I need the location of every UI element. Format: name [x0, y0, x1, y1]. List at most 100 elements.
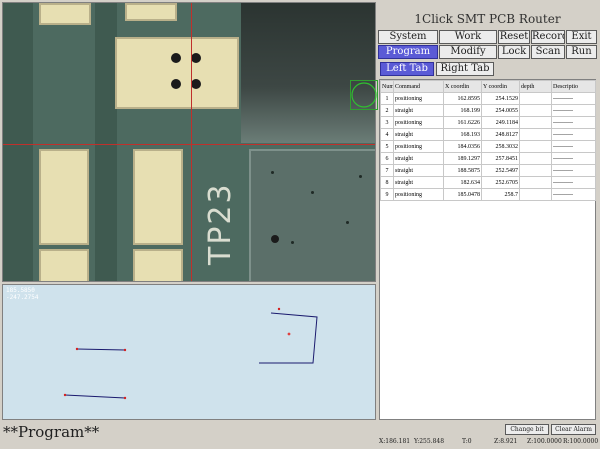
header-depth[interactable]: depth [519, 80, 552, 93]
cell-description[interactable]: ---------- [551, 164, 596, 177]
cell-y[interactable]: 252.6705 [481, 176, 520, 189]
cell-command[interactable]: positioning [393, 140, 444, 153]
header-number[interactable]: Numb [380, 80, 394, 93]
crosshair-vertical [191, 3, 192, 281]
camera-view[interactable]: TP23 [2, 2, 376, 282]
cell-description[interactable]: ---------- [551, 128, 596, 141]
cell-y[interactable]: 248.8127 [481, 128, 520, 141]
empty-cell [520, 393, 552, 405]
clear-alarm-button[interactable]: Clear Alarm [551, 424, 596, 435]
system-button[interactable]: System [378, 30, 438, 44]
cell-number[interactable]: 8 [380, 176, 394, 189]
cell-y[interactable]: 257.8451 [481, 152, 520, 165]
cell-command[interactable]: straight [393, 176, 444, 189]
cell-y[interactable]: 252.5497 [481, 164, 520, 177]
cell-depth[interactable] [519, 140, 552, 153]
tab-left[interactable]: Left Tab [380, 62, 434, 76]
change-bit-button[interactable]: Change bit [505, 424, 549, 435]
cell-y[interactable]: 254.0055 [481, 104, 520, 117]
cell-description[interactable]: ---------- [551, 188, 596, 201]
lock-button[interactable]: Lock [498, 45, 530, 59]
cell-x[interactable]: 182.634 [443, 176, 482, 189]
cell-depth[interactable] [519, 164, 552, 177]
table-row[interactable]: 8 straight 182.634 252.6705 ---------- [380, 176, 596, 189]
cell-depth[interactable] [519, 152, 552, 165]
cell-x[interactable]: 168.193 [443, 128, 482, 141]
header-x-coordinate[interactable]: X coordin [443, 80, 482, 93]
empty-cell [394, 225, 444, 237]
empty-cell [482, 285, 520, 297]
table-row[interactable]: 6 straight 189.1297 257.8451 ---------- [380, 152, 596, 165]
cell-command[interactable]: straight [393, 152, 444, 165]
cell-depth[interactable] [519, 104, 552, 117]
cell-depth[interactable] [519, 128, 552, 141]
table-row[interactable]: 4 straight 168.193 248.8127 ---------- [380, 128, 596, 141]
cell-depth[interactable] [519, 176, 552, 189]
modify-button[interactable]: Modify [439, 45, 497, 59]
cell-depth[interactable] [519, 188, 552, 201]
table-row[interactable]: 5 positioning 184.0356 258.3032 ---------- [380, 140, 596, 153]
table-row[interactable]: 7 straight 188.5875 252.5497 ---------- [380, 164, 596, 177]
header-command[interactable]: Command [393, 80, 444, 93]
empty-row [381, 297, 596, 309]
header-y-coordinate[interactable]: Y coordin [481, 80, 520, 93]
cell-depth[interactable] [519, 92, 552, 105]
cell-x[interactable]: 188.5875 [443, 164, 482, 177]
cell-command[interactable]: positioning [393, 188, 444, 201]
program-table[interactable]: Numb Command X coordin Y coordin depth D… [379, 79, 596, 420]
cell-x[interactable]: 162.8595 [443, 92, 482, 105]
run-button[interactable]: Run [566, 45, 597, 59]
table-row[interactable]: 1 positioning 162.8595 254.1529 ---------- [380, 92, 596, 105]
exit-button[interactable]: Exit [566, 30, 597, 44]
path-preview[interactable]: 185.5850 -247.2754 [2, 284, 376, 420]
cell-x[interactable]: 189.1297 [443, 152, 482, 165]
work-button[interactable]: Work [439, 30, 497, 44]
empty-cell [520, 345, 552, 357]
cell-command[interactable]: positioning [393, 92, 444, 105]
cell-depth[interactable] [519, 116, 552, 129]
cell-number[interactable]: 7 [380, 164, 394, 177]
cell-y[interactable]: 254.1529 [481, 92, 520, 105]
cell-x[interactable]: 161.6226 [443, 116, 482, 129]
program-button[interactable]: Program [378, 45, 438, 59]
path-point [75, 347, 79, 351]
cell-y[interactable]: 249.1184 [481, 116, 520, 129]
empty-row [381, 333, 596, 345]
cell-description[interactable]: ---------- [551, 152, 596, 165]
cell-number[interactable]: 6 [380, 152, 394, 165]
cell-y[interactable]: 258.7 [481, 188, 520, 201]
tab-right[interactable]: Right Tab [436, 62, 494, 76]
empty-cell [482, 333, 520, 345]
cell-number[interactable]: 1 [380, 92, 394, 105]
header-description[interactable]: Descriptio [551, 80, 596, 93]
scan-button[interactable]: Scan [531, 45, 565, 59]
cell-y[interactable]: 258.3032 [481, 140, 520, 153]
record-button[interactable]: Record [531, 30, 565, 44]
cell-command[interactable]: straight [393, 164, 444, 177]
cell-command[interactable]: straight [393, 104, 444, 117]
cell-x[interactable]: 184.0356 [443, 140, 482, 153]
empty-cell [520, 321, 552, 333]
cell-description[interactable]: ---------- [551, 92, 596, 105]
cell-command[interactable]: straight [393, 128, 444, 141]
reset-button[interactable]: Reset [498, 30, 530, 44]
cell-description[interactable]: ---------- [551, 140, 596, 153]
empty-cell [381, 285, 394, 297]
cell-number[interactable]: 9 [380, 188, 394, 201]
cell-description[interactable]: ---------- [551, 176, 596, 189]
cell-command[interactable]: positioning [393, 116, 444, 129]
cell-number[interactable]: 3 [380, 116, 394, 129]
cell-x[interactable]: 185.0478 [443, 188, 482, 201]
empty-cell [482, 249, 520, 261]
cell-x[interactable]: 168.199 [443, 104, 482, 117]
cell-description[interactable]: ---------- [551, 104, 596, 117]
table-row[interactable]: 2 straight 168.199 254.0055 ---------- [380, 104, 596, 117]
empty-cell [381, 309, 394, 321]
empty-cell [394, 309, 444, 321]
cell-number[interactable]: 2 [380, 104, 394, 117]
table-row[interactable]: 9 positioning 185.0478 258.7 ---------- [380, 188, 596, 201]
cell-description[interactable]: ---------- [551, 116, 596, 129]
table-row[interactable]: 3 positioning 161.6226 249.1184 ---------- [380, 116, 596, 129]
cell-number[interactable]: 4 [380, 128, 394, 141]
cell-number[interactable]: 5 [380, 140, 394, 153]
